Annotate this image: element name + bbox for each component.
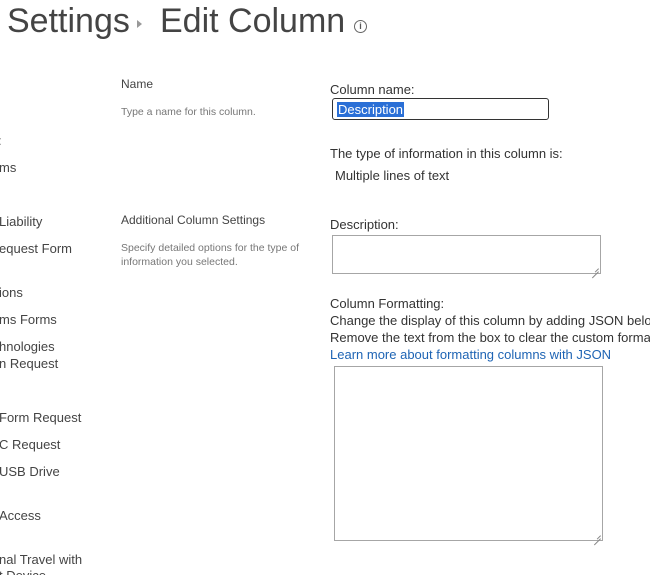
nav-item[interactable]: t Device bbox=[0, 567, 46, 575]
nav-item[interactable]: : bbox=[0, 132, 2, 149]
nav-item[interactable]: nal Travel with bbox=[0, 551, 82, 568]
info-icon[interactable]: i bbox=[354, 20, 367, 33]
name-section-title: Name bbox=[121, 77, 154, 91]
breadcrumb-separator-icon bbox=[137, 20, 142, 28]
nav-item[interactable]: Liability bbox=[0, 213, 42, 230]
resize-handle-icon[interactable] bbox=[591, 264, 599, 272]
name-section-description: Type a name for this column. bbox=[121, 106, 256, 118]
nav-item[interactable]: ms Forms bbox=[0, 311, 57, 328]
column-formatting-label: Column Formatting: bbox=[330, 296, 445, 311]
nav-item[interactable]: Access bbox=[0, 507, 41, 524]
column-type-value: Multiple lines of text bbox=[335, 168, 450, 183]
nav-item[interactable]: hnologies bbox=[0, 338, 55, 355]
nav-item[interactable]: Form Request bbox=[0, 409, 81, 426]
additional-section-description: Specify detailed options for the type of… bbox=[121, 242, 300, 268]
breadcrumb-settings[interactable]: Settings bbox=[7, 2, 130, 41]
resize-handle-icon[interactable] bbox=[593, 531, 601, 539]
column-name-input[interactable]: Description bbox=[332, 98, 549, 120]
formatting-json-link[interactable]: Learn more about formatting columns with… bbox=[330, 347, 611, 362]
nav-item[interactable]: C Request bbox=[0, 436, 60, 453]
nav-item[interactable]: ms bbox=[0, 159, 16, 176]
column-name-value: Description bbox=[337, 101, 405, 117]
nav-item[interactable]: ions bbox=[0, 284, 23, 301]
nav-item[interactable]: USB Drive bbox=[0, 463, 60, 480]
additional-section-title: Additional Column Settings bbox=[121, 213, 266, 227]
column-type-label: The type of information in this column i… bbox=[330, 146, 563, 161]
formatting-help-line-2: Remove the text from the box to clear th… bbox=[330, 330, 650, 345]
column-name-label: Column name: bbox=[330, 82, 415, 97]
nav-item[interactable]: n Request bbox=[0, 355, 58, 372]
description-label: Description: bbox=[330, 217, 399, 232]
description-textarea[interactable] bbox=[332, 235, 601, 274]
edit-column-page: Settings Edit Column i : ms Liability eq… bbox=[0, 0, 650, 575]
column-formatting-textarea[interactable] bbox=[334, 366, 603, 541]
page-title: Edit Column bbox=[160, 2, 346, 40]
nav-item[interactable]: equest Form bbox=[0, 240, 72, 257]
formatting-help-line-1: Change the display of this column by add… bbox=[330, 313, 650, 328]
